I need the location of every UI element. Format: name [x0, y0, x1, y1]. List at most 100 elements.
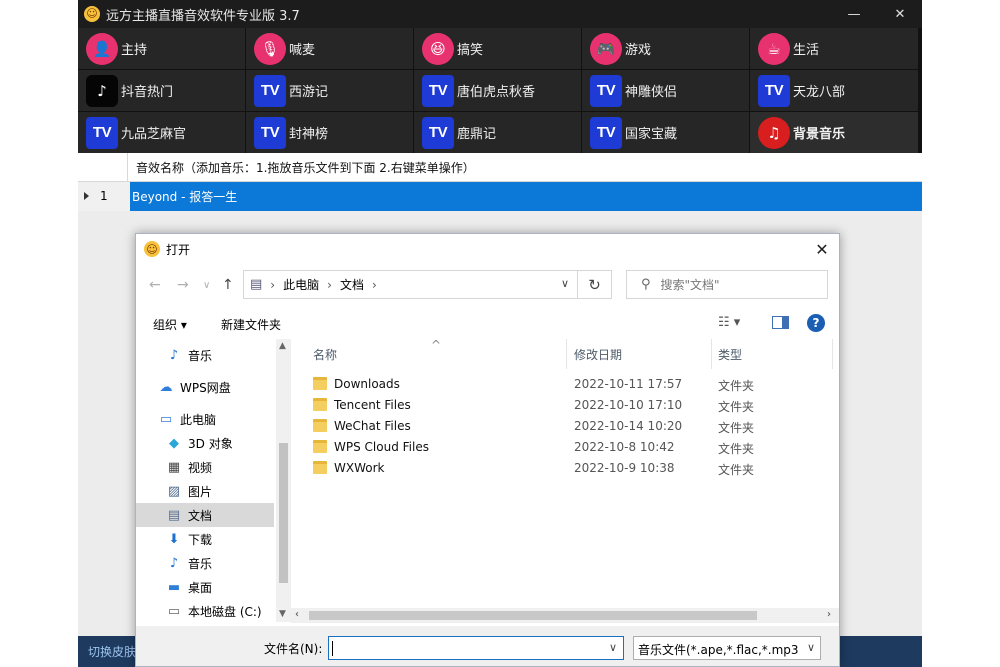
- nav-item[interactable]: ▭ 本地磁盘 (C:): [136, 599, 274, 622]
- horizontal-scrollbar[interactable]: ‹ ›: [291, 608, 839, 623]
- column-divider[interactable]: [566, 339, 567, 369]
- nav-item-label: 本地磁盘 (C:): [188, 604, 262, 619]
- film-icon: ▦: [167, 459, 181, 475]
- category-button[interactable]: TV 西游记: [246, 70, 413, 111]
- back-arrow-icon[interactable]: ←: [149, 277, 161, 293]
- nav-item[interactable]: ◆ 3D 对象: [136, 431, 274, 455]
- nav-item[interactable]: ▭ 此电脑: [136, 407, 274, 431]
- file-row[interactable]: Tencent Files 2022-10-10 17:10 文件夹: [291, 395, 831, 416]
- filetype-dropdown-icon[interactable]: ∨: [807, 641, 815, 654]
- breadcrumb-separator[interactable]: ›: [270, 278, 275, 292]
- scroll-down-icon[interactable]: ▼: [279, 609, 286, 619]
- file-date: 2022-10-14 10:20: [574, 419, 683, 433]
- switch-skin-button[interactable]: 切换皮肤: [88, 643, 136, 660]
- forward-arrow-icon[interactable]: →: [177, 277, 189, 293]
- category-button[interactable]: TV 唐伯虎点秋香: [414, 70, 581, 111]
- address-dropdown-icon[interactable]: ∨: [561, 277, 569, 290]
- nav-item[interactable]: ⬇ 下载: [136, 527, 274, 551]
- tv-icon: TV: [422, 116, 454, 149]
- category-button[interactable]: ♪ 抖音热门: [78, 70, 245, 111]
- nav-item[interactable]: ▦ 视频: [136, 455, 274, 479]
- category-button[interactable]: TV 封神榜: [246, 112, 413, 153]
- new-folder-button[interactable]: 新建文件夹: [221, 316, 281, 333]
- filename-dropdown-icon[interactable]: ∨: [609, 641, 617, 654]
- category-button[interactable]: TV 神雕侠侣: [582, 70, 749, 111]
- table-row[interactable]: 1 Beyond - 报答一生: [78, 182, 922, 211]
- search-placeholder[interactable]: 搜索"文档": [661, 276, 720, 293]
- minimize-button[interactable]: —: [838, 0, 870, 28]
- category-button[interactable]: ☕ 生活: [750, 28, 918, 69]
- row-index: 1: [100, 189, 108, 203]
- document-icon: ▤: [167, 507, 181, 523]
- close-button[interactable]: ✕: [884, 0, 916, 28]
- column-sound-name[interactable]: 音效名称（添加音乐：1.拖放音乐文件到下面 2.右键菜单操作）: [136, 159, 475, 176]
- app-title: 远方主播直播音效软件专业版 3.7: [106, 8, 300, 24]
- category-button[interactable]: 🎮 游戏: [582, 28, 749, 69]
- category-button[interactable]: 👤 主持: [78, 28, 245, 69]
- row-sound-name[interactable]: Beyond - 报答一生: [130, 182, 922, 211]
- breadcrumb-this-pc[interactable]: 此电脑: [283, 276, 319, 293]
- category-button[interactable]: 🎙 喊麦: [246, 28, 413, 69]
- laughing-face-icon: 😆: [422, 32, 454, 65]
- category-button[interactable]: TV 九品芝麻官: [78, 112, 245, 153]
- folder-icon: [313, 377, 327, 390]
- category-label: 游戏: [625, 43, 652, 58]
- column-type[interactable]: 类型: [718, 346, 742, 363]
- scroll-left-icon[interactable]: ‹: [295, 609, 299, 620]
- column-divider[interactable]: [711, 339, 712, 369]
- file-row[interactable]: Downloads 2022-10-11 17:57 文件夹: [291, 374, 831, 395]
- file-row[interactable]: WXWork 2022-10-9 10:38 文件夹: [291, 458, 831, 479]
- file-list-header: 名称 ^ 修改日期 类型: [291, 338, 839, 369]
- download-arrow-icon: ⬇: [168, 531, 180, 547]
- category-label: 鹿鼎记: [457, 127, 497, 142]
- address-bar[interactable]: ▤ › 此电脑 › 文档 › ∨: [243, 270, 578, 299]
- organize-menu[interactable]: 组织 ▾: [153, 316, 187, 333]
- nav-item[interactable]: ♪ 音乐: [136, 551, 274, 575]
- breadcrumb-separator[interactable]: ›: [372, 278, 377, 292]
- scroll-right-icon[interactable]: ›: [827, 609, 831, 620]
- nav-item-label: 桌面: [188, 580, 213, 595]
- file-row[interactable]: WeChat Files 2022-10-14 10:20 文件夹: [291, 416, 831, 437]
- column-name[interactable]: 名称: [313, 346, 337, 363]
- column-divider[interactable]: [832, 339, 833, 369]
- category-button[interactable]: TV 鹿鼎记: [414, 112, 581, 153]
- filename-input[interactable]: ∨: [328, 636, 624, 660]
- column-date-modified[interactable]: 修改日期: [574, 346, 622, 363]
- category-button[interactable]: TV 天龙八部: [750, 70, 918, 111]
- nav-item[interactable]: ▤ 文档: [136, 503, 274, 527]
- nav-item[interactable]: ♪ 音乐: [136, 343, 274, 367]
- breadcrumb-documents[interactable]: 文档: [340, 276, 364, 293]
- gamepad-icon: 🎮: [590, 32, 622, 65]
- preview-pane-icon[interactable]: [772, 316, 789, 329]
- refresh-button[interactable]: ↻: [578, 270, 612, 299]
- file-date: 2022-10-11 17:57: [574, 377, 683, 391]
- category-button[interactable]: TV 国家宝藏: [582, 112, 749, 153]
- recent-locations-icon[interactable]: ∨: [203, 280, 210, 291]
- music-note-icon: ♪: [169, 555, 179, 571]
- filetype-select[interactable]: 音乐文件(*.ape,*.flac,*.mp3,*.m ∨: [633, 636, 821, 660]
- row-selector[interactable]: 1: [78, 182, 130, 211]
- tv-icon: TV: [86, 116, 118, 149]
- nav-item-label: WPS网盘: [180, 380, 231, 395]
- category-button[interactable]: 😆 搞笑: [414, 28, 581, 69]
- view-options-icon[interactable]: ☷ ▾: [718, 315, 740, 330]
- dialog-close-button[interactable]: ✕: [805, 234, 839, 264]
- music-note-icon: ♪: [169, 347, 179, 363]
- search-box[interactable]: ⚲ 搜索"文档": [626, 270, 828, 299]
- scrollbar-thumb[interactable]: [279, 443, 288, 583]
- breadcrumb-separator[interactable]: ›: [327, 278, 332, 292]
- help-icon[interactable]: ?: [807, 314, 825, 332]
- up-arrow-icon[interactable]: ↑: [222, 277, 234, 293]
- filetype-value[interactable]: 音乐文件(*.ape,*.flac,*.mp3,*.m: [638, 641, 798, 658]
- category-button[interactable]: ♫ 背景音乐: [750, 112, 918, 153]
- scrollbar-thumb[interactable]: [309, 611, 757, 620]
- navigation-scrollbar[interactable]: ▲ ▼: [276, 339, 291, 622]
- nav-item[interactable]: ▨ 图片: [136, 479, 274, 503]
- nav-item[interactable]: ▬ 桌面: [136, 575, 274, 599]
- file-row[interactable]: WPS Cloud Files 2022-10-8 10:42 文件夹: [291, 437, 831, 458]
- folder-icon: [313, 398, 327, 411]
- file-name: WPS Cloud Files: [334, 440, 429, 454]
- nav-item[interactable]: ☁ WPS网盘: [136, 375, 274, 399]
- scroll-up-icon[interactable]: ▲: [279, 341, 286, 351]
- category-label: 天龙八部: [793, 85, 846, 100]
